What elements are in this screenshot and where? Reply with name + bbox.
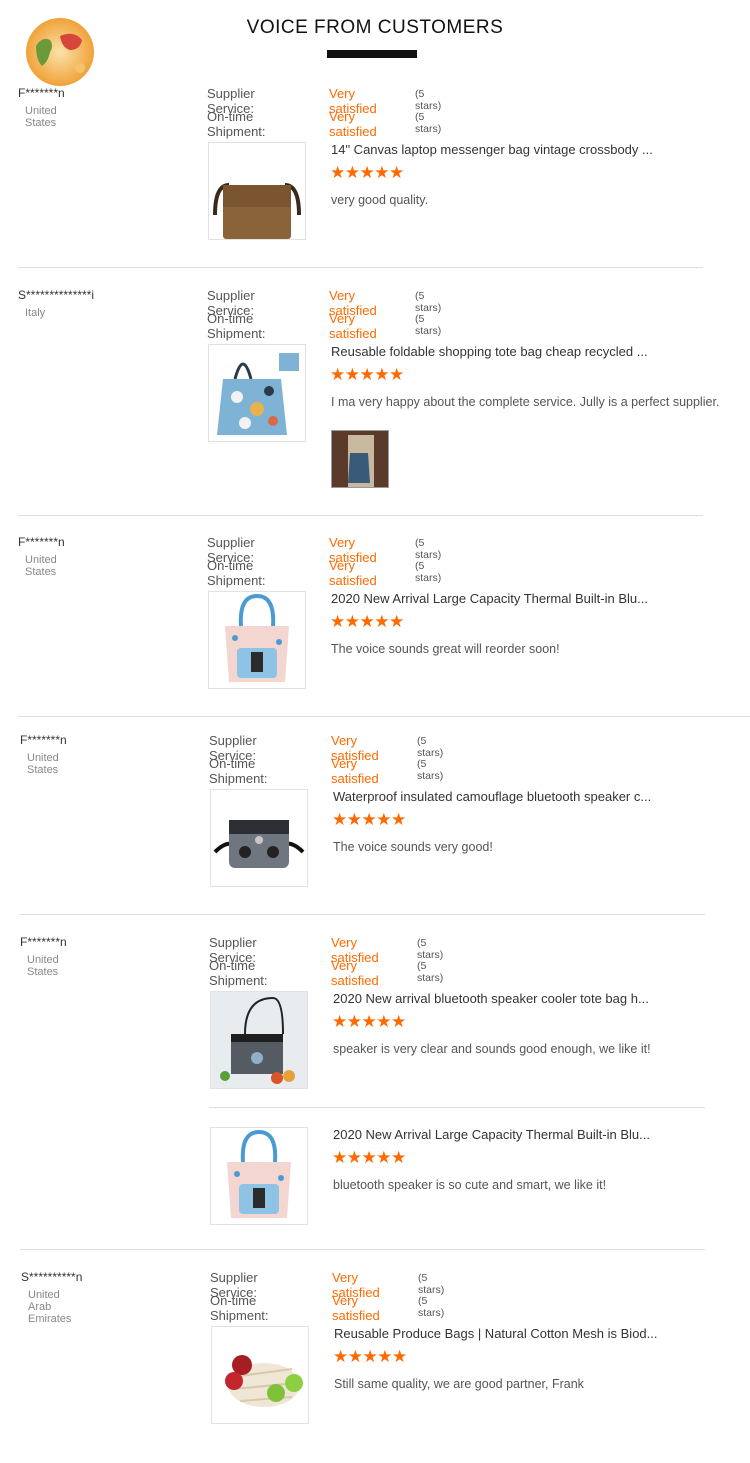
shipment-stars: (5 stars): [415, 111, 442, 135]
product-name[interactable]: 2020 New Arrival Large Capacity Thermal …: [333, 1127, 650, 1142]
review-comment: The voice sounds very good!: [333, 840, 493, 854]
reviewer-name: F*******n: [20, 935, 67, 949]
shipment-stars: (5 stars): [417, 960, 444, 984]
product-name[interactable]: 2020 New Arrival Large Capacity Thermal …: [331, 591, 648, 606]
product-rating-stars: ★★★★★: [330, 163, 404, 182]
supplier-service-stars: (5 stars): [417, 735, 444, 759]
review-comment: very good quality.: [331, 193, 429, 207]
shipment-label: On-time Shipment:: [209, 958, 268, 988]
product-rating-stars: ★★★★★: [332, 810, 406, 829]
shipment-label: On-time Shipment:: [209, 756, 268, 786]
shipment-stars: (5 stars): [418, 1295, 445, 1319]
supplier-service-stars: (5 stars): [418, 1272, 445, 1296]
review-divider: [18, 267, 703, 268]
shipment-stars: (5 stars): [415, 313, 442, 337]
product-rating-stars: ★★★★★: [332, 1012, 406, 1031]
product-rating-stars: ★★★★★: [330, 612, 404, 631]
reviewer-country: Italy: [25, 307, 46, 319]
review-divider: [18, 515, 703, 516]
reviewer-name: F*******n: [20, 733, 67, 747]
review-divider: [20, 1249, 705, 1250]
product-image[interactable]: [208, 344, 306, 442]
shipment-stars: (5 stars): [415, 560, 442, 584]
supplier-service-stars: (5 stars): [417, 937, 444, 961]
shipment-rating: Very satisfied: [332, 1293, 380, 1323]
review-comment: bluetooth speaker is so cute and smart, …: [333, 1178, 607, 1192]
product-rating-stars: ★★★★★: [333, 1347, 407, 1366]
page-title: VOICE FROM CUSTOMERS: [246, 17, 504, 38]
shipment-stars: (5 stars): [417, 758, 444, 782]
product-image[interactable]: [210, 991, 308, 1089]
shipment-label: On-time Shipment:: [207, 558, 266, 588]
product-name[interactable]: Reusable Produce Bags | Natural Cotton M…: [334, 1326, 658, 1341]
reviewer-name: S**********n: [21, 1270, 83, 1284]
product-image[interactable]: [210, 1127, 308, 1225]
product-name[interactable]: 2020 New arrival bluetooth speaker coole…: [333, 991, 649, 1006]
shipment-label: On-time Shipment:: [207, 311, 266, 341]
shipment-rating: Very satisfied: [329, 109, 377, 139]
shipment-rating: Very satisfied: [331, 958, 379, 988]
review-comment: The voice sounds great will reorder soon…: [331, 642, 560, 656]
product-rating-stars: ★★★★★: [330, 365, 404, 384]
product-name[interactable]: Waterproof insulated camouflage bluetoot…: [333, 789, 651, 804]
reviewer-country: United States: [27, 752, 59, 776]
reviewer-country: United States: [25, 554, 57, 578]
shipment-label: On-time Shipment:: [210, 1293, 269, 1323]
product-name[interactable]: Reusable foldable shopping tote bag chea…: [331, 344, 648, 359]
reviewer-name: F*******n: [18, 86, 65, 100]
product-rating-stars: ★★★★★: [332, 1148, 406, 1167]
product-divider: [209, 1107, 705, 1108]
product-image[interactable]: [208, 591, 306, 689]
reviewer-country: United States: [27, 954, 59, 978]
review-comment: speaker is very clear and sounds good en…: [333, 1042, 651, 1056]
shipment-label: On-time Shipment:: [207, 109, 266, 139]
title-underline: [327, 50, 417, 58]
product-name[interactable]: 14" Canvas laptop messenger bag vintage …: [331, 142, 653, 157]
product-image[interactable]: [210, 789, 308, 887]
supplier-service-stars: (5 stars): [415, 290, 442, 314]
review-divider: [20, 914, 705, 915]
customer-photo[interactable]: [331, 430, 389, 488]
product-image[interactable]: [211, 1326, 309, 1424]
product-image[interactable]: [208, 142, 306, 240]
reviewer-country: United Arab Emirates: [28, 1289, 72, 1325]
review-comment: Still same quality, we are good partner,…: [334, 1377, 584, 1391]
supplier-service-stars: (5 stars): [415, 88, 442, 112]
reviewer-country: United States: [25, 105, 57, 129]
review-comment: I ma very happy about the complete servi…: [331, 395, 720, 409]
review-divider: [18, 716, 750, 717]
shipment-rating: Very satisfied: [331, 756, 379, 786]
supplier-service-stars: (5 stars): [415, 537, 442, 561]
reviewer-name: F*******n: [18, 535, 65, 549]
reviewer-name: S**************i: [18, 288, 95, 302]
shipment-rating: Very satisfied: [329, 311, 377, 341]
shipment-rating: Very satisfied: [329, 558, 377, 588]
